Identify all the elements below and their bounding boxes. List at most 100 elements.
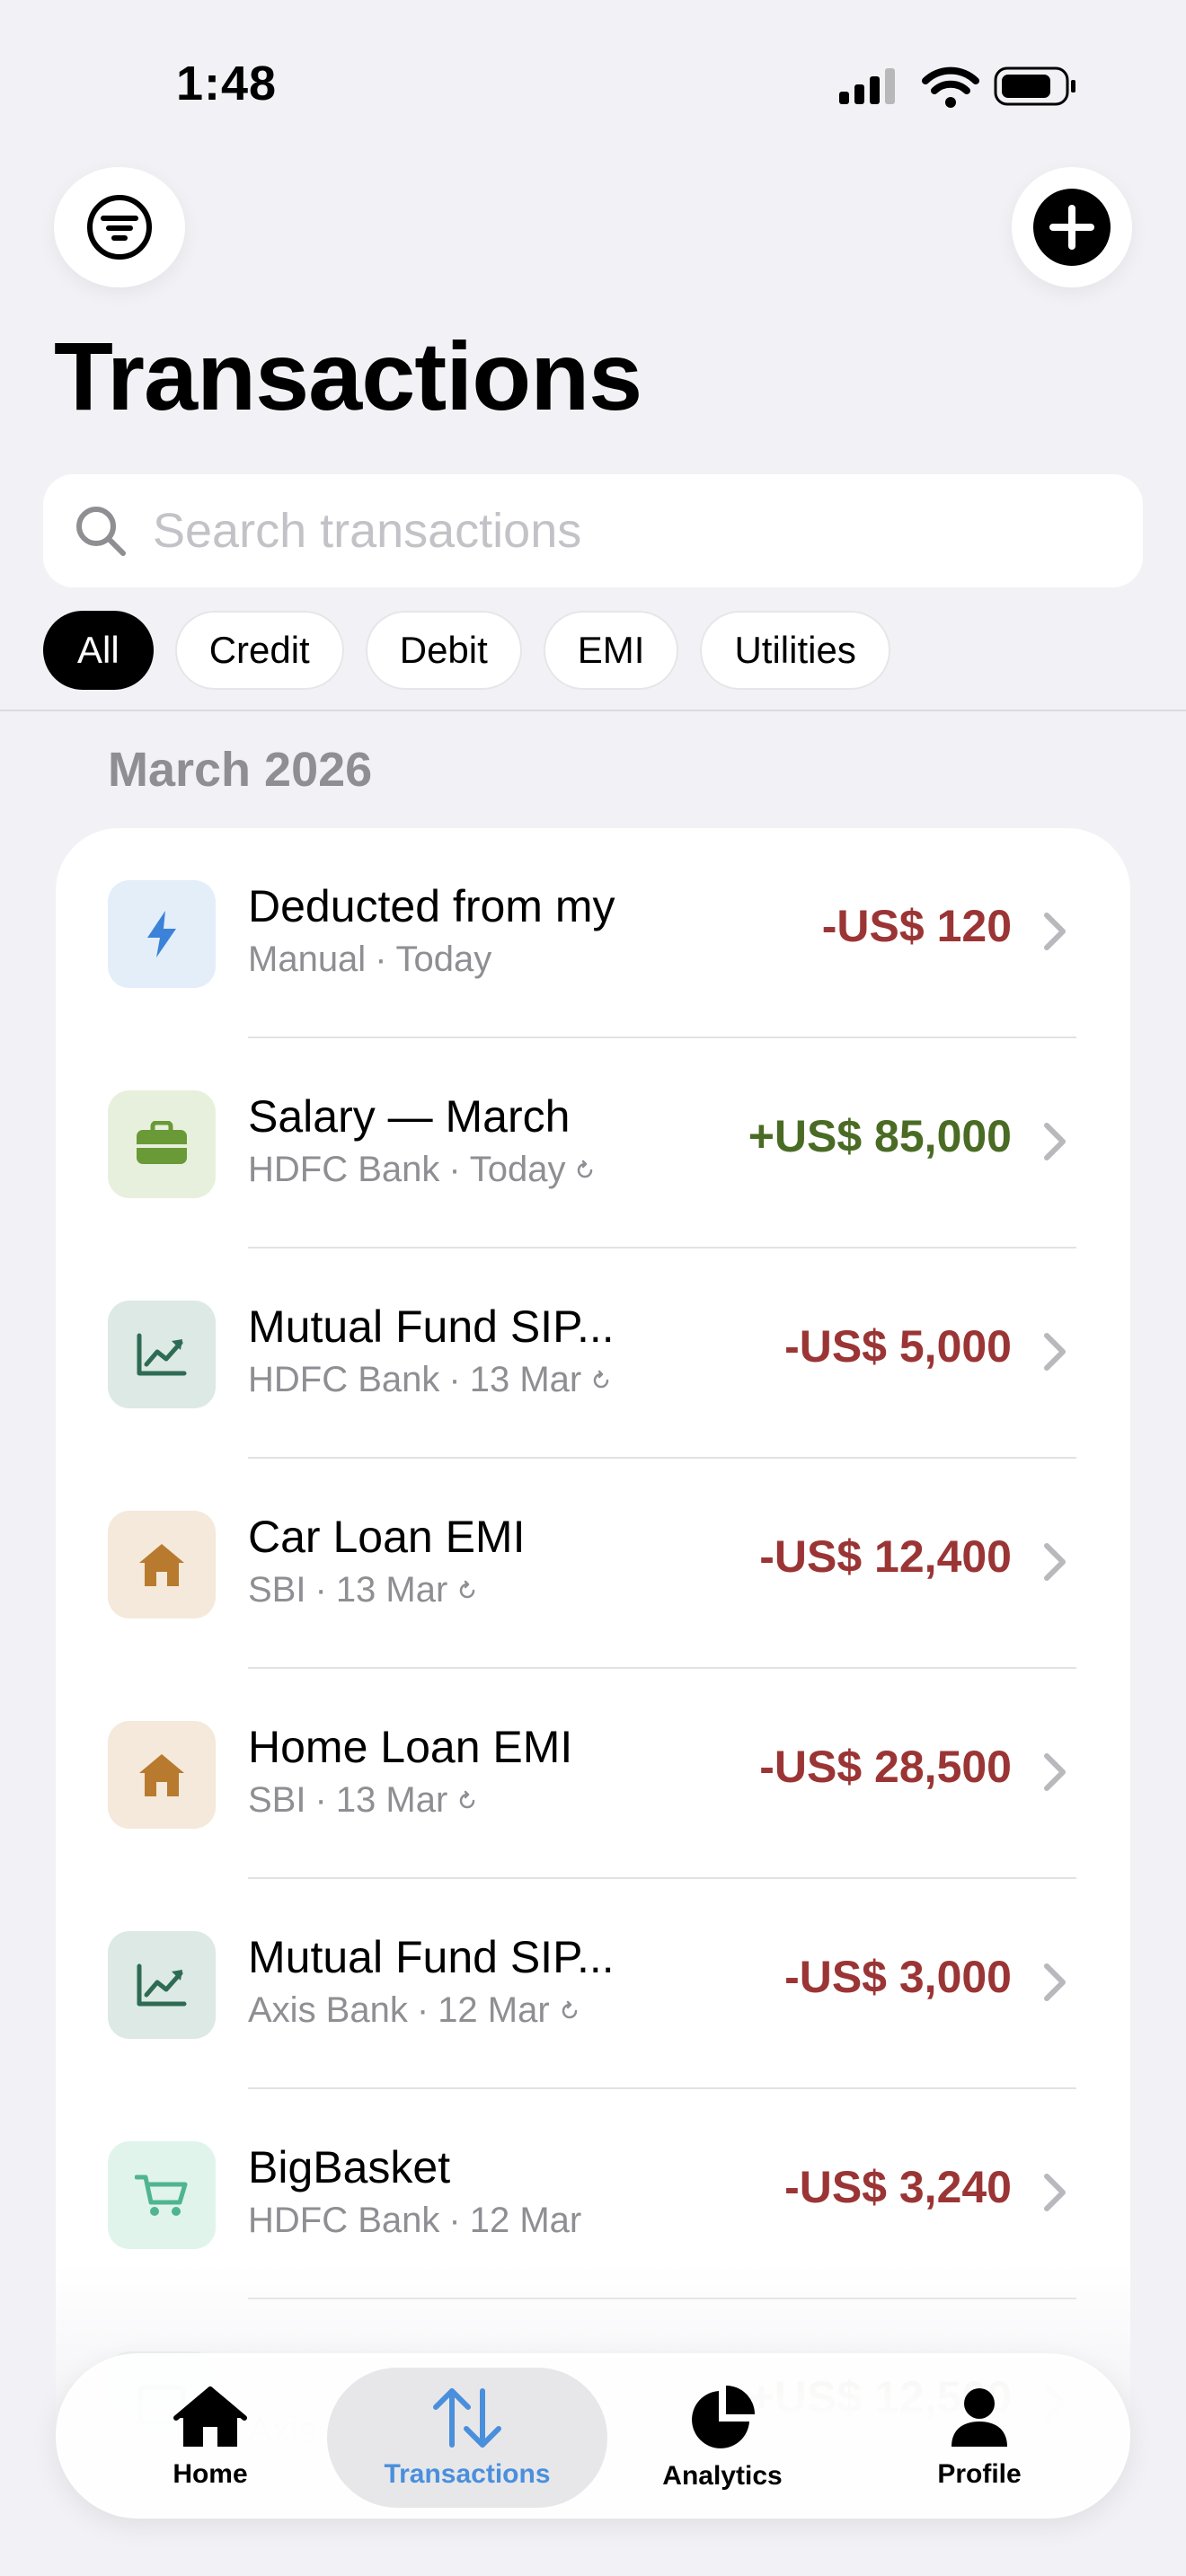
- transaction-amount: +US$ 85,000: [748, 1111, 1012, 1161]
- category-icon-box: [108, 1931, 216, 2039]
- tab-label: Analytics: [662, 2461, 783, 2491]
- category-icon-box: [108, 1511, 216, 1619]
- meta-separator: ·: [314, 1570, 327, 1610]
- transaction-amount: -US$ 12,400: [759, 1531, 1012, 1582]
- chevron-right-icon: [1042, 2172, 1067, 2218]
- bolt-icon: [142, 909, 181, 959]
- tab-bar: Home Transactions Analytics Profile: [56, 2353, 1130, 2519]
- recurring-indicator: [559, 2000, 580, 2022]
- section-header-month: March 2026: [108, 743, 373, 797]
- transaction-title: Home Loan EMI: [248, 1722, 573, 1772]
- meta-separator: ·: [314, 1780, 327, 1820]
- chart-line-up-icon: [136, 1963, 188, 2007]
- plus-circle-icon: [1033, 189, 1111, 266]
- transaction-date: Today: [395, 940, 492, 979]
- filter-icon: [87, 195, 152, 260]
- pie-chart-icon: [692, 2386, 755, 2448]
- transaction-source: Axis Bank: [248, 1990, 408, 2030]
- transaction-date: 12 Mar: [438, 1990, 550, 2030]
- recurring-icon: [578, 1160, 593, 1178]
- chevron-right-icon: [1042, 1331, 1067, 1377]
- wifi-icon: [922, 66, 979, 108]
- chevron-right-icon: [1042, 1541, 1067, 1587]
- search-placeholder: Search transactions: [153, 504, 582, 558]
- category-icon-box: [108, 880, 216, 988]
- tab-profile[interactable]: Profile: [881, 2355, 1078, 2520]
- transaction-row[interactable]: Home Loan EMI SBI · 13 Mar -US$ 28,500: [56, 1669, 1130, 1879]
- person-icon: [951, 2388, 1007, 2447]
- meta-separator: ·: [375, 940, 387, 979]
- transaction-source: Manual: [248, 940, 367, 979]
- recurring-indicator: [590, 1370, 612, 1391]
- recurring-icon: [562, 2000, 577, 2018]
- filter-button[interactable]: [54, 167, 185, 287]
- chart-line-up-icon: [136, 1332, 188, 1377]
- meta-separator: ·: [416, 1990, 429, 2030]
- chevron-right-icon: [1042, 1751, 1067, 1797]
- chevron-right-icon: [1042, 1121, 1067, 1167]
- search-icon: [76, 507, 126, 556]
- search-input[interactable]: Search transactions: [43, 474, 1143, 587]
- transaction-date: 12 Mar: [469, 2201, 582, 2240]
- transaction-row[interactable]: Mutual Fund SIP... HDFC Bank · 13 Mar -U…: [56, 1248, 1130, 1459]
- transaction-meta: Axis Bank · 12 Mar: [248, 1990, 580, 2031]
- tab-label: Profile: [937, 2459, 1022, 2489]
- tab-transactions[interactable]: Transactions: [368, 2355, 566, 2520]
- transaction-meta: Manual · Today: [248, 940, 491, 980]
- briefcase-icon: [135, 1121, 189, 1168]
- transfer-arrows-icon: [433, 2388, 501, 2448]
- category-icon-box: [108, 1301, 216, 1408]
- tab-label: Transactions: [384, 2459, 551, 2489]
- transaction-row[interactable]: Car Loan EMI SBI · 13 Mar -US$ 12,400: [56, 1459, 1130, 1669]
- home-icon: [173, 2386, 247, 2447]
- filter-chip-utilities[interactable]: Utilities: [700, 611, 890, 690]
- recurring-indicator: [456, 1580, 478, 1601]
- tab-home[interactable]: Home: [111, 2355, 309, 2520]
- tab-analytics[interactable]: Analytics: [624, 2355, 821, 2520]
- filter-chip-all[interactable]: All: [43, 611, 154, 690]
- transaction-title: Mutual Fund SIP...: [248, 1932, 615, 1982]
- transaction-date: 13 Mar: [335, 1780, 448, 1820]
- recurring-icon: [460, 1790, 475, 1808]
- transaction-row[interactable]: Salary — March HDFC Bank · Today +US$ 85…: [56, 1038, 1130, 1248]
- transaction-meta: HDFC Bank · Today: [248, 1150, 596, 1190]
- filter-chip-emi[interactable]: EMI: [543, 611, 679, 690]
- chevron-right-icon: [1042, 911, 1067, 957]
- transaction-row[interactable]: Mutual Fund SIP... Axis Bank · 12 Mar -U…: [56, 1879, 1130, 2089]
- meta-separator: ·: [448, 2201, 461, 2240]
- transaction-source: HDFC Bank: [248, 1360, 440, 1399]
- transaction-date: 13 Mar: [335, 1570, 448, 1610]
- status-time: 1:48: [176, 57, 278, 110]
- category-icon-box: [108, 1721, 216, 1829]
- add-transaction-button[interactable]: [1012, 167, 1132, 287]
- page-title: Transactions: [54, 322, 642, 430]
- filter-chips: All Credit Debit EMI Utilities: [43, 611, 890, 692]
- chevron-right-icon: [1042, 1962, 1067, 2007]
- transaction-title: Mutual Fund SIP...: [248, 1301, 615, 1352]
- tab-label: Home: [173, 2459, 248, 2489]
- transaction-date: Today: [469, 1150, 566, 1189]
- category-icon-box: [108, 1090, 216, 1198]
- transaction-title: BigBasket: [248, 2142, 451, 2192]
- filter-chip-debit[interactable]: Debit: [365, 611, 522, 690]
- divider: [0, 710, 1186, 711]
- recurring-icon: [593, 1370, 609, 1388]
- house-icon: [137, 1541, 187, 1588]
- house-icon: [137, 1751, 187, 1798]
- transaction-source: SBI: [248, 1570, 306, 1610]
- transaction-meta: HDFC Bank · 13 Mar: [248, 1360, 612, 1400]
- filter-chip-credit[interactable]: Credit: [174, 611, 344, 690]
- cart-icon: [135, 2172, 189, 2219]
- transaction-meta: SBI · 13 Mar: [248, 1570, 478, 1610]
- recurring-indicator: [456, 1790, 478, 1812]
- cellular-signal-icon: [839, 68, 895, 104]
- status-icons: [839, 63, 1078, 110]
- transaction-amount: -US$ 3,000: [784, 1952, 1012, 2002]
- transaction-amount: -US$ 120: [821, 901, 1012, 951]
- category-icon-box: [108, 2141, 216, 2249]
- transaction-row[interactable]: Deducted from my Manual · Today -US$ 120: [56, 828, 1130, 1038]
- recurring-icon: [460, 1580, 475, 1598]
- transaction-date: 13 Mar: [469, 1360, 582, 1399]
- recurring-indicator: [574, 1160, 596, 1181]
- transaction-meta: SBI · 13 Mar: [248, 1780, 478, 1821]
